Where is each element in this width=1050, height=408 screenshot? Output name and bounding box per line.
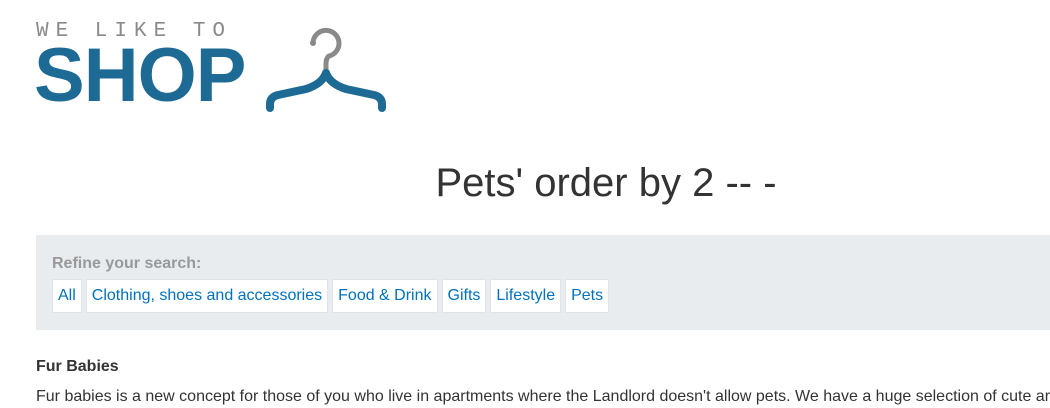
filter-link-pets[interactable]: Pets [565, 279, 610, 313]
page: WE LIKE TO SHOP Pets' order by 2 -- - Re… [0, 0, 1050, 408]
filter-list: All Clothing, shoes and accessories Food… [52, 279, 610, 313]
filter-panel: Refine your search: All Clothing, shoes … [36, 235, 1050, 330]
product-title: Fur Babies [36, 358, 119, 375]
filter-link-all[interactable]: All [52, 279, 82, 313]
site-logo[interactable]: WE LIKE TO SHOP [34, 18, 396, 118]
filter-link-gifts[interactable]: Gifts [441, 279, 487, 313]
hanger-icon [266, 27, 386, 112]
filter-link-food-drink[interactable]: Food & Drink [332, 279, 438, 313]
filter-link-clothing[interactable]: Clothing, shoes and accessories [85, 279, 329, 313]
logo-wordmark: SHOP [34, 33, 246, 118]
filter-link-lifestyle[interactable]: Lifestyle [490, 279, 562, 313]
page-title: Pets' order by 2 -- - [435, 161, 777, 205]
filter-label: Refine your search: [52, 255, 202, 272]
product-description: Fur babies is a new concept for those of… [36, 388, 1050, 405]
